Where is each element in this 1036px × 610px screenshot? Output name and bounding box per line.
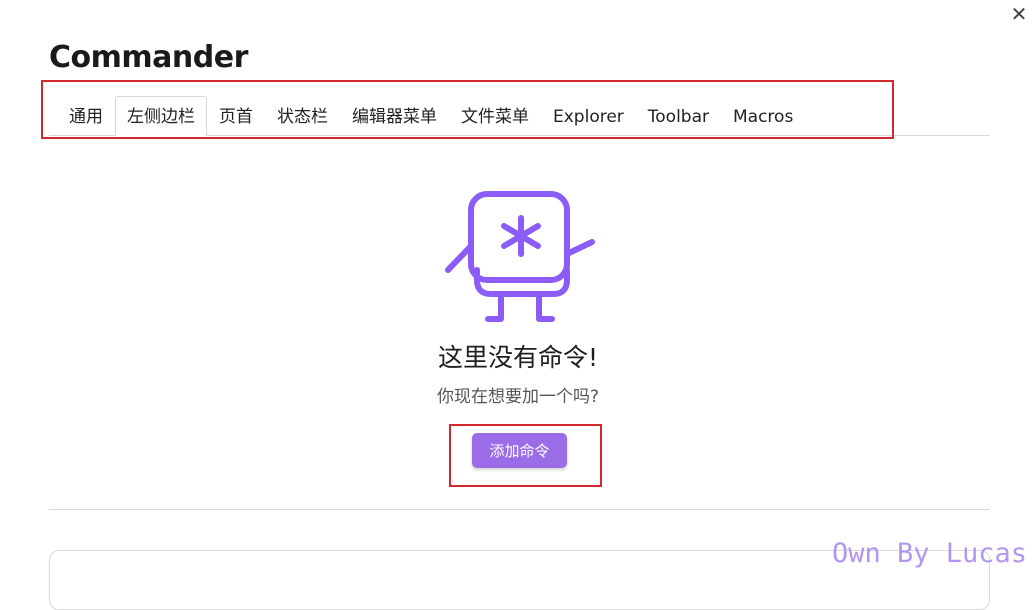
empty-state-subtitle: 你现在想要加一个吗?	[436, 387, 600, 407]
watermark: Own By Lucas	[832, 538, 1028, 569]
commander-mascot-icon	[445, 191, 595, 322]
close-icon[interactable]: ✕	[1008, 3, 1030, 25]
section-divider	[49, 509, 990, 510]
empty-state-title: 这里没有命令!	[437, 343, 599, 372]
page-title: Commander	[49, 40, 248, 75]
add-command-button[interactable]: 添加命令	[472, 433, 567, 468]
tab-bar-highlight-box	[41, 80, 894, 139]
